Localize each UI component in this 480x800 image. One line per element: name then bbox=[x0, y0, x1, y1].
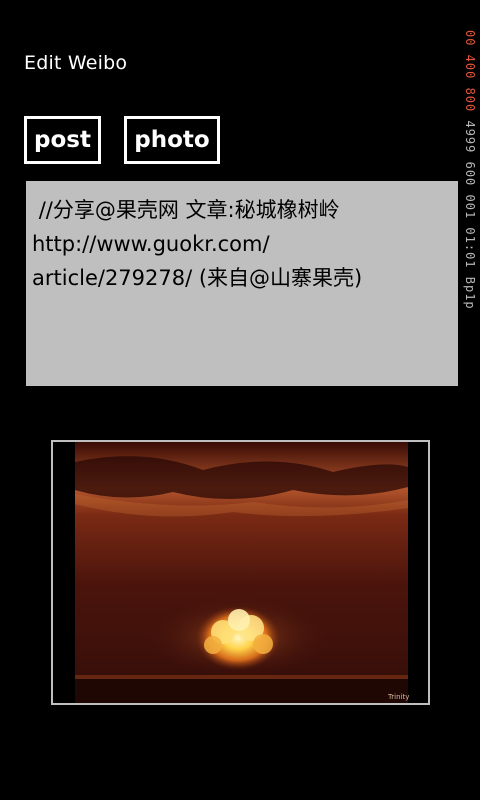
svg-text:Trinity: Trinity bbox=[387, 693, 409, 701]
edit-weibo-screen: Edit Weibo post photo //分享@果壳网 文章:秘城橡树岭 … bbox=[0, 0, 480, 800]
debug-overlay-accent: 00 400 800 bbox=[463, 30, 477, 113]
attached-photo[interactable]: Trinity bbox=[51, 440, 430, 705]
weibo-text-input[interactable]: //分享@果壳网 文章:秘城橡树岭 http://www.guokr.com/ … bbox=[26, 181, 458, 386]
page-title: Edit Weibo bbox=[24, 52, 128, 74]
post-button[interactable]: post bbox=[24, 116, 101, 164]
debug-overlay: 00 400 800 4999 600 001 01:01 Bp1p bbox=[460, 30, 480, 392]
debug-overlay-values: 4999 600 001 01:01 Bp1p bbox=[463, 120, 477, 310]
nuclear-explosion-image: Trinity bbox=[53, 442, 428, 703]
photo-button[interactable]: photo bbox=[124, 116, 220, 164]
